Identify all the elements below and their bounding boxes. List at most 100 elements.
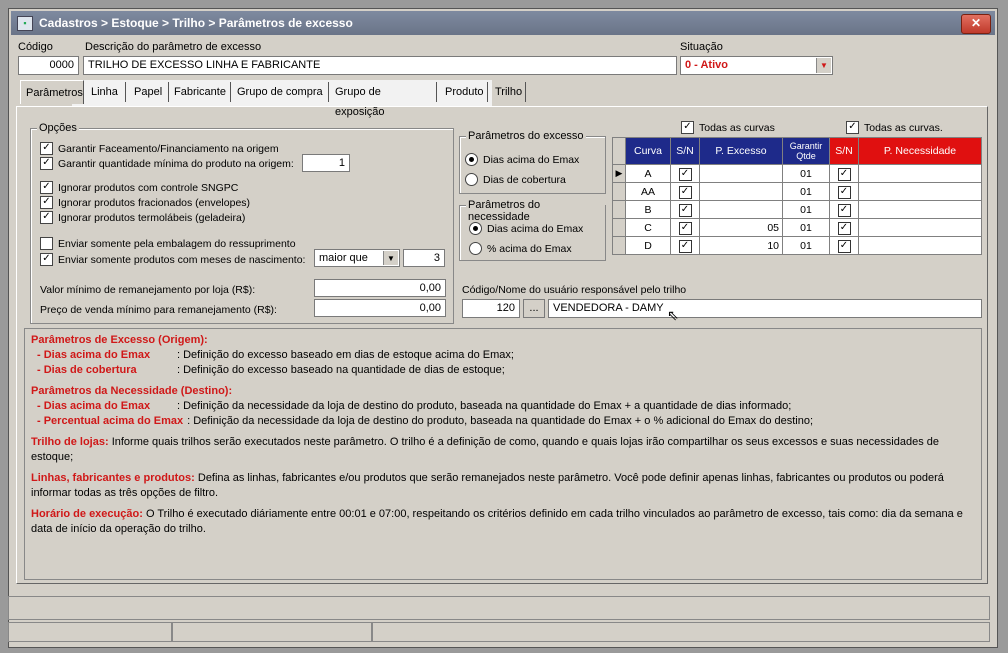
tab-fabricante[interactable]: Fabricante	[169, 82, 231, 102]
cell-curva[interactable]: AA	[625, 182, 671, 201]
cell-p-excesso[interactable]: 10	[699, 236, 783, 255]
cell-sn-necessidade[interactable]: ✓	[829, 236, 859, 255]
checkbox-checked-icon[interactable]: ✓	[40, 196, 53, 209]
cell-curva[interactable]: A	[625, 164, 671, 183]
cell-garantir-qtde[interactable]: 01	[782, 236, 830, 255]
cell-p-excesso[interactable]	[699, 182, 783, 201]
tab-trilho[interactable]: Trilho	[490, 82, 526, 102]
opt-sngpc[interactable]: ✓ Ignorar produtos com controle SNGPC	[40, 181, 238, 194]
close-button[interactable]: ✕	[961, 14, 991, 34]
opt-termolabeis[interactable]: ✓ Ignorar produtos termolábeis (geladeira…	[40, 211, 245, 224]
table-row[interactable]: ▶ A ✓ 01 ✓	[612, 164, 982, 183]
checkbox-checked-icon[interactable]: ✓	[837, 167, 851, 181]
cell-p-necessidade[interactable]	[858, 182, 982, 201]
opt-meses[interactable]: ✓ Enviar somente produtos com meses de na…	[40, 253, 305, 266]
help-term: - Dias acima do Emax	[37, 400, 151, 412]
cell-sn-necessidade[interactable]: ✓	[829, 218, 859, 237]
cell-curva[interactable]: D	[625, 236, 671, 255]
checkbox-checked-icon[interactable]: ✓	[40, 253, 53, 266]
meses-value-field[interactable]: 3	[403, 249, 445, 267]
checkbox-checked-icon[interactable]: ✓	[678, 185, 692, 199]
checkbox-checked-icon[interactable]: ✓	[678, 203, 692, 217]
excesso-opt-cobertura[interactable]: Dias de cobertura	[465, 173, 566, 186]
cell-p-necessidade[interactable]	[858, 236, 982, 255]
checkbox-checked-icon[interactable]: ✓	[837, 185, 851, 199]
cell-garantir-qtde[interactable]: 01	[782, 218, 830, 237]
cell-garantir-qtde[interactable]: 01	[782, 200, 830, 219]
checkbox-checked-icon[interactable]: ✓	[678, 167, 692, 181]
opt-fracionados[interactable]: ✓ Ignorar produtos fracionados (envelopes…	[40, 196, 250, 209]
cell-p-necessidade[interactable]	[858, 218, 982, 237]
radio-selected-icon[interactable]	[469, 222, 482, 235]
opt-embalagem[interactable]: Enviar somente pela embalagem do ressupr…	[40, 237, 296, 250]
tab-grupo-exposicao[interactable]: Grupo de exposição	[330, 82, 437, 118]
cell-sn-necessidade[interactable]: ✓	[829, 200, 859, 219]
cell-curva[interactable]: B	[625, 200, 671, 219]
col-sn-necessidade[interactable]: S/N	[829, 137, 859, 165]
cell-p-excesso[interactable]	[699, 164, 783, 183]
usuario-codigo-field[interactable]: 120	[462, 299, 520, 318]
radio-unselected-icon[interactable]	[465, 173, 478, 186]
cell-sn-necessidade[interactable]: ✓	[829, 182, 859, 201]
checkbox-checked-icon[interactable]: ✓	[40, 211, 53, 224]
checkbox-checked-icon[interactable]: ✓	[837, 239, 851, 253]
cell-p-necessidade[interactable]	[858, 200, 982, 219]
todas-curvas-excesso[interactable]: ✓ Todas as curvas	[681, 121, 775, 134]
necessidade-opt-dias-emax[interactable]: Dias acima do Emax	[469, 222, 583, 235]
chevron-down-icon[interactable]: ▼	[383, 251, 398, 265]
radio-unselected-icon[interactable]	[469, 242, 482, 255]
cell-sn-excesso[interactable]: ✓	[670, 236, 700, 255]
cell-sn-necessidade[interactable]: ✓	[829, 164, 859, 183]
cell-garantir-qtde[interactable]: 01	[782, 182, 830, 201]
checkbox-checked-icon[interactable]: ✓	[681, 121, 694, 134]
table-row[interactable]: D ✓ 10 01 ✓	[612, 236, 982, 255]
tab-grupo-compra[interactable]: Grupo de compra	[232, 82, 329, 102]
usuario-nome-field[interactable]: VENDEDORA - DAMY	[548, 299, 982, 318]
checkbox-checked-icon[interactable]: ✓	[40, 157, 53, 170]
table-row[interactable]: B ✓ 01 ✓	[612, 200, 982, 219]
preco-minimo-field[interactable]: 0,00	[314, 299, 446, 317]
cell-garantir-qtde[interactable]: 01	[782, 164, 830, 183]
cell-curva[interactable]: C	[625, 218, 671, 237]
meses-operator-select[interactable]: maior que ▼	[314, 249, 400, 267]
radio-selected-icon[interactable]	[465, 153, 478, 166]
col-garantir-qtde[interactable]: Garantir Qtde	[782, 137, 830, 165]
situacao-select[interactable]: 0 - Ativo ▼	[680, 56, 833, 75]
col-sn-excesso[interactable]: S/N	[670, 137, 700, 165]
valor-minimo-field[interactable]: 0,00	[314, 279, 446, 297]
descricao-field[interactable]: TRILHO DE EXCESSO LINHA E FABRICANTE	[83, 56, 677, 75]
table-row[interactable]: AA ✓ 01 ✓	[612, 182, 982, 201]
col-p-excesso[interactable]: P. Excesso	[699, 137, 783, 165]
tab-parametros[interactable]: Parâmetros	[20, 80, 84, 104]
cell-sn-excesso[interactable]: ✓	[670, 164, 700, 183]
table-row[interactable]: C ✓ 05 01 ✓	[612, 218, 982, 237]
checkbox-checked-icon[interactable]: ✓	[846, 121, 859, 134]
checkbox-checked-icon[interactable]: ✓	[40, 142, 53, 155]
usuario-lookup-button[interactable]: ...	[523, 299, 545, 318]
checkbox-checked-icon[interactable]: ✓	[837, 221, 851, 235]
opt-faceamento[interactable]: ✓ Garantir Faceamento/Financiamento na or…	[40, 142, 279, 155]
cell-sn-excesso[interactable]: ✓	[670, 182, 700, 201]
todas-curvas-necessidade[interactable]: ✓ Todas as curvas.	[846, 121, 943, 134]
opt-qtd-minima[interactable]: ✓ Garantir quantidade mínima do produto n…	[40, 157, 294, 170]
qtd-minima-field[interactable]: 1	[302, 154, 350, 172]
col-p-necessidade[interactable]: P. Necessidade	[858, 137, 982, 165]
cell-p-excesso[interactable]	[699, 200, 783, 219]
cell-p-necessidade[interactable]	[858, 164, 982, 183]
cell-p-excesso[interactable]: 05	[699, 218, 783, 237]
necessidade-opt-percentual[interactable]: % acima do Emax	[469, 242, 572, 255]
chevron-down-icon[interactable]: ▼	[816, 58, 831, 73]
cell-sn-excesso[interactable]: ✓	[670, 200, 700, 219]
tab-papel[interactable]: Papel	[129, 82, 169, 102]
col-curva[interactable]: Curva	[625, 137, 671, 165]
tab-produto[interactable]: Produto	[440, 82, 488, 102]
checkbox-checked-icon[interactable]: ✓	[678, 239, 692, 253]
codigo-field[interactable]: 0000	[18, 56, 79, 75]
checkbox-checked-icon[interactable]: ✓	[837, 203, 851, 217]
tab-linha[interactable]: Linha	[86, 82, 126, 102]
cell-sn-excesso[interactable]: ✓	[670, 218, 700, 237]
checkbox-checked-icon[interactable]: ✓	[40, 181, 53, 194]
checkbox-checked-icon[interactable]: ✓	[678, 221, 692, 235]
excesso-opt-dias-emax[interactable]: Dias acima do Emax	[465, 153, 579, 166]
checkbox-unchecked-icon[interactable]	[40, 237, 53, 250]
